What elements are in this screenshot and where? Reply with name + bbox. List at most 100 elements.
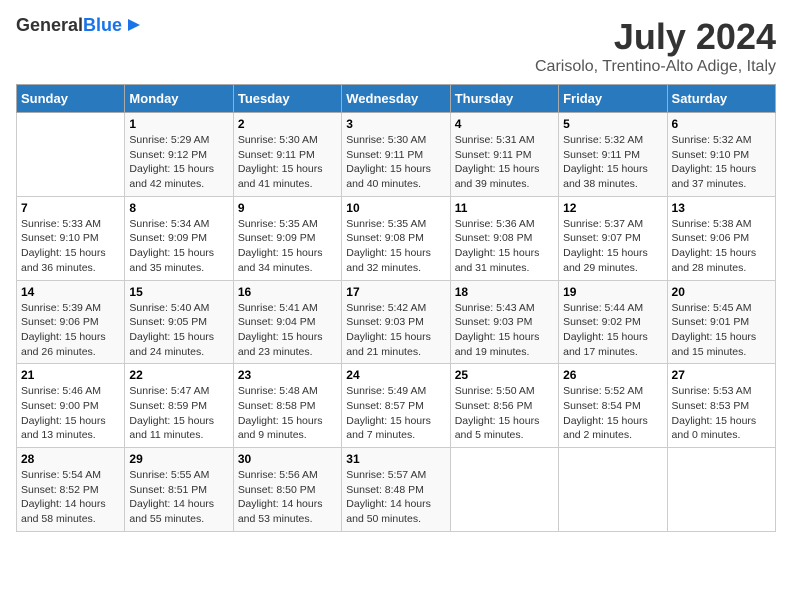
- day-info: Sunrise: 5:32 AM Sunset: 9:10 PM Dayligh…: [672, 133, 771, 192]
- title-area: July 2024 Carisolo, Trentino-Alto Adige,…: [535, 16, 776, 76]
- day-info: Sunrise: 5:42 AM Sunset: 9:03 PM Dayligh…: [346, 301, 445, 360]
- calendar-cell: 11 Sunrise: 5:36 AM Sunset: 9:08 PM Dayli…: [450, 196, 558, 280]
- day-of-week-header: Thursday: [450, 85, 558, 113]
- day-info: Sunrise: 5:30 AM Sunset: 9:11 PM Dayligh…: [238, 133, 337, 192]
- day-info: Sunrise: 5:47 AM Sunset: 8:59 PM Dayligh…: [129, 384, 228, 443]
- day-info: Sunrise: 5:35 AM Sunset: 9:09 PM Dayligh…: [238, 217, 337, 276]
- day-number: 12: [563, 201, 662, 215]
- day-of-week-header: Monday: [125, 85, 233, 113]
- calendar-cell: 17 Sunrise: 5:42 AM Sunset: 9:03 PM Dayli…: [342, 280, 450, 364]
- calendar-cell: 20 Sunrise: 5:45 AM Sunset: 9:01 PM Dayli…: [667, 280, 775, 364]
- logo: GeneralBlue: [16, 16, 144, 36]
- day-info: Sunrise: 5:33 AM Sunset: 9:10 PM Dayligh…: [21, 217, 120, 276]
- day-of-week-header: Tuesday: [233, 85, 341, 113]
- day-number: 31: [346, 452, 445, 466]
- day-number: 7: [21, 201, 120, 215]
- calendar-week-row: 14 Sunrise: 5:39 AM Sunset: 9:06 PM Dayli…: [17, 280, 776, 364]
- day-info: Sunrise: 5:55 AM Sunset: 8:51 PM Dayligh…: [129, 468, 228, 527]
- day-info: Sunrise: 5:57 AM Sunset: 8:48 PM Dayligh…: [346, 468, 445, 527]
- day-number: 5: [563, 117, 662, 131]
- day-number: 9: [238, 201, 337, 215]
- day-info: Sunrise: 5:31 AM Sunset: 9:11 PM Dayligh…: [455, 133, 554, 192]
- day-number: 18: [455, 285, 554, 299]
- calendar-cell: 26 Sunrise: 5:52 AM Sunset: 8:54 PM Dayli…: [559, 364, 667, 448]
- day-number: 6: [672, 117, 771, 131]
- calendar-cell: 27Sunrise: 5:53 AM Sunset: 8:53 PM Dayli…: [667, 364, 775, 448]
- day-of-week-header: Sunday: [17, 85, 125, 113]
- calendar-cell: [559, 448, 667, 532]
- calendar-cell: 10Sunrise: 5:35 AM Sunset: 9:08 PM Dayli…: [342, 196, 450, 280]
- calendar-cell: 24Sunrise: 5:49 AM Sunset: 8:57 PM Dayli…: [342, 364, 450, 448]
- day-number: 19: [563, 285, 662, 299]
- day-info: Sunrise: 5:35 AM Sunset: 9:08 PM Dayligh…: [346, 217, 445, 276]
- calendar-cell: 14 Sunrise: 5:39 AM Sunset: 9:06 PM Dayli…: [17, 280, 125, 364]
- day-number: 23: [238, 368, 337, 382]
- calendar-cell: 13Sunrise: 5:38 AM Sunset: 9:06 PM Dayli…: [667, 196, 775, 280]
- day-number: 29: [129, 452, 228, 466]
- day-number: 13: [672, 201, 771, 215]
- month-title: July 2024: [535, 16, 776, 58]
- day-number: 16: [238, 285, 337, 299]
- day-of-week-header: Saturday: [667, 85, 775, 113]
- calendar-cell: 7 Sunrise: 5:33 AM Sunset: 9:10 PM Daylig…: [17, 196, 125, 280]
- day-number: 25: [455, 368, 554, 382]
- day-info: Sunrise: 5:45 AM Sunset: 9:01 PM Dayligh…: [672, 301, 771, 360]
- calendar-week-row: 21 Sunrise: 5:46 AM Sunset: 9:00 PM Dayli…: [17, 364, 776, 448]
- day-number: 2: [238, 117, 337, 131]
- header: GeneralBlue July 2024 Carisolo, Trentino…: [16, 16, 776, 76]
- calendar-cell: 6 Sunrise: 5:32 AM Sunset: 9:10 PM Daylig…: [667, 113, 775, 197]
- calendar-cell: 30 Sunrise: 5:56 AM Sunset: 8:50 PM Dayli…: [233, 448, 341, 532]
- day-number: 11: [455, 201, 554, 215]
- calendar-cell: 16Sunrise: 5:41 AM Sunset: 9:04 PM Dayli…: [233, 280, 341, 364]
- calendar-cell: 29 Sunrise: 5:55 AM Sunset: 8:51 PM Dayli…: [125, 448, 233, 532]
- calendar-cell: 23 Sunrise: 5:48 AM Sunset: 8:58 PM Dayli…: [233, 364, 341, 448]
- calendar-cell: 25 Sunrise: 5:50 AM Sunset: 8:56 PM Dayli…: [450, 364, 558, 448]
- day-info: Sunrise: 5:36 AM Sunset: 9:08 PM Dayligh…: [455, 217, 554, 276]
- day-number: 28: [21, 452, 120, 466]
- calendar-cell: 1 Sunrise: 5:29 AM Sunset: 9:12 PM Daylig…: [125, 113, 233, 197]
- calendar-cell: 8Sunrise: 5:34 AM Sunset: 9:09 PM Daylig…: [125, 196, 233, 280]
- calendar-cell: 3Sunrise: 5:30 AM Sunset: 9:11 PM Daylig…: [342, 113, 450, 197]
- logo-text: GeneralBlue: [16, 16, 122, 36]
- location-title: Carisolo, Trentino-Alto Adige, Italy: [535, 58, 776, 76]
- day-info: Sunrise: 5:56 AM Sunset: 8:50 PM Dayligh…: [238, 468, 337, 527]
- day-number: 4: [455, 117, 554, 131]
- calendar-cell: [667, 448, 775, 532]
- logo-arrow-icon: [124, 15, 144, 35]
- day-number: 26: [563, 368, 662, 382]
- day-info: Sunrise: 5:49 AM Sunset: 8:57 PM Dayligh…: [346, 384, 445, 443]
- day-of-week-header: Friday: [559, 85, 667, 113]
- day-info: Sunrise: 5:29 AM Sunset: 9:12 PM Dayligh…: [129, 133, 228, 192]
- day-number: 17: [346, 285, 445, 299]
- day-info: Sunrise: 5:39 AM Sunset: 9:06 PM Dayligh…: [21, 301, 120, 360]
- calendar-cell: 21 Sunrise: 5:46 AM Sunset: 9:00 PM Dayli…: [17, 364, 125, 448]
- day-info: Sunrise: 5:43 AM Sunset: 9:03 PM Dayligh…: [455, 301, 554, 360]
- day-info: Sunrise: 5:48 AM Sunset: 8:58 PM Dayligh…: [238, 384, 337, 443]
- day-of-week-header: Wednesday: [342, 85, 450, 113]
- calendar-cell: 19Sunrise: 5:44 AM Sunset: 9:02 PM Dayli…: [559, 280, 667, 364]
- calendar-cell: 2 Sunrise: 5:30 AM Sunset: 9:11 PM Daylig…: [233, 113, 341, 197]
- calendar-week-row: 28 Sunrise: 5:54 AM Sunset: 8:52 PM Dayli…: [17, 448, 776, 532]
- calendar-cell: 5Sunrise: 5:32 AM Sunset: 9:11 PM Daylig…: [559, 113, 667, 197]
- day-info: Sunrise: 5:50 AM Sunset: 8:56 PM Dayligh…: [455, 384, 554, 443]
- calendar-week-row: 1 Sunrise: 5:29 AM Sunset: 9:12 PM Daylig…: [17, 113, 776, 197]
- calendar-cell: 28 Sunrise: 5:54 AM Sunset: 8:52 PM Dayli…: [17, 448, 125, 532]
- day-number: 21: [21, 368, 120, 382]
- day-info: Sunrise: 5:46 AM Sunset: 9:00 PM Dayligh…: [21, 384, 120, 443]
- day-number: 20: [672, 285, 771, 299]
- calendar-cell: 15Sunrise: 5:40 AM Sunset: 9:05 PM Dayli…: [125, 280, 233, 364]
- day-number: 27: [672, 368, 771, 382]
- calendar-cell: 12Sunrise: 5:37 AM Sunset: 9:07 PM Dayli…: [559, 196, 667, 280]
- day-number: 22: [129, 368, 228, 382]
- day-number: 30: [238, 452, 337, 466]
- calendar-cell: 18 Sunrise: 5:43 AM Sunset: 9:03 PM Dayli…: [450, 280, 558, 364]
- calendar-cell: 4 Sunrise: 5:31 AM Sunset: 9:11 PM Daylig…: [450, 113, 558, 197]
- calendar-cell: 9 Sunrise: 5:35 AM Sunset: 9:09 PM Daylig…: [233, 196, 341, 280]
- day-number: 8: [129, 201, 228, 215]
- calendar-cell: [450, 448, 558, 532]
- day-info: Sunrise: 5:52 AM Sunset: 8:54 PM Dayligh…: [563, 384, 662, 443]
- day-number: 14: [21, 285, 120, 299]
- day-number: 1: [129, 117, 228, 131]
- day-info: Sunrise: 5:54 AM Sunset: 8:52 PM Dayligh…: [21, 468, 120, 527]
- day-number: 15: [129, 285, 228, 299]
